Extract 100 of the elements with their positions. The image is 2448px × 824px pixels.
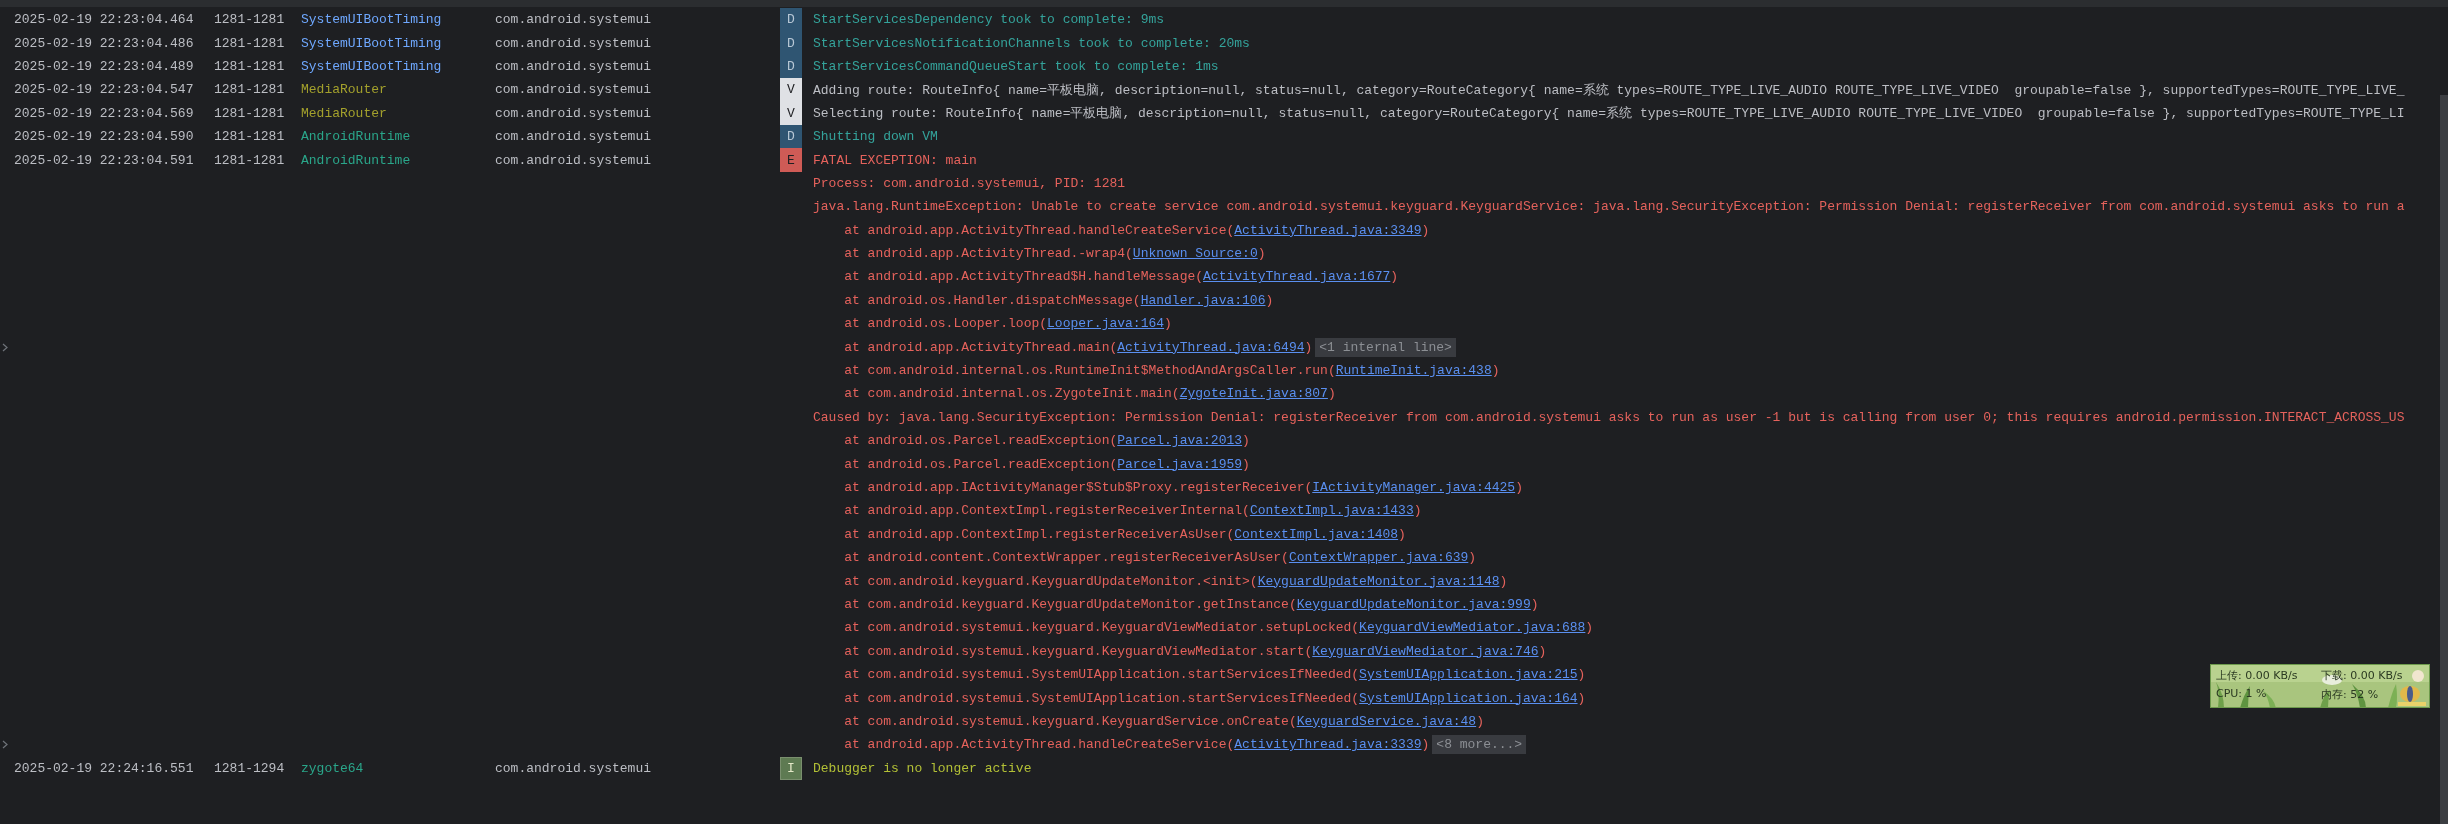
source-link[interactable]: KeyguardUpdateMonitor.java:999 bbox=[1296, 596, 1531, 612]
memory-usage: 内存: 52 % bbox=[2321, 687, 2380, 702]
log-level-badge: E bbox=[780, 148, 802, 172]
source-link[interactable]: KeyguardViewMediator.java:688 bbox=[1359, 620, 1586, 636]
package-name: com.android.systemui bbox=[495, 760, 653, 776]
source-link[interactable]: KeyguardViewMediator.java:746 bbox=[1312, 643, 1539, 659]
scrollbar[interactable] bbox=[2440, 95, 2448, 824]
log-level-badge: D bbox=[780, 124, 802, 149]
upload-speed: 上传: 0.00 KB/s bbox=[2216, 668, 2299, 683]
stack-frame: at android.app.ContextImpl.registerReceiverAsUser( bbox=[844, 526, 1235, 542]
stack-frame: at com.android.systemui.keyguard.KeyguardViewMediator.start( bbox=[844, 643, 1313, 659]
source-link[interactable]: ContextImpl.java:1433 bbox=[1249, 503, 1414, 519]
log-message: StartServicesCommandQueueStart took to complete: 1ms bbox=[813, 58, 1220, 74]
log-tag: MediaRouter bbox=[301, 82, 495, 98]
package-name: com.android.systemui bbox=[495, 152, 653, 168]
paren: ) bbox=[1413, 503, 1422, 519]
cpu-usage: CPU: 1 % bbox=[2216, 687, 2268, 702]
source-link[interactable]: RuntimeInit.java:438 bbox=[1335, 363, 1492, 379]
source-link[interactable]: SystemUIApplication.java:215 bbox=[1359, 667, 1578, 683]
chevron-right-icon[interactable] bbox=[2, 342, 8, 352]
source-link[interactable]: ZygoteInit.java:807 bbox=[1179, 386, 1328, 402]
package-name: com.android.systemui bbox=[495, 58, 653, 74]
stack-frame: at android.os.Looper.loop( bbox=[844, 316, 1048, 332]
stack-frame: at android.os.Parcel.readException( bbox=[844, 433, 1118, 449]
process-id: 1281-1281 bbox=[214, 129, 286, 145]
stack-frame: at com.android.internal.os.RuntimeInit$MethodAndArgsCaller.run( bbox=[844, 363, 1336, 379]
timestamp: 2025-02-19 22:23:04.591 bbox=[14, 152, 195, 168]
package-name: com.android.systemui bbox=[495, 82, 653, 98]
paren: ) bbox=[1265, 292, 1274, 308]
log-tag: MediaRouter bbox=[301, 105, 495, 121]
paren: ) bbox=[1421, 222, 1430, 238]
source-link[interactable]: ActivityThread.java:3339 bbox=[1234, 737, 1422, 753]
source-link[interactable]: ContextImpl.java:1408 bbox=[1234, 526, 1399, 542]
log-message: StartServicesDependency took to complete: 9ms bbox=[813, 12, 1166, 28]
log-level-badge: V bbox=[780, 101, 802, 125]
source-link[interactable]: ActivityThread.java:3349 bbox=[1234, 222, 1422, 238]
log-tag: SystemUIBootTiming bbox=[301, 12, 495, 28]
log-level-badge: I bbox=[780, 756, 802, 780]
chevron-right-icon[interactable] bbox=[2, 740, 8, 750]
source-link[interactable]: KeyguardUpdateMonitor.java:1148 bbox=[1257, 573, 1500, 589]
paren: ) bbox=[1538, 643, 1547, 659]
log-level-badge: D bbox=[780, 8, 802, 32]
process-id: 1281-1294 bbox=[214, 760, 286, 776]
source-link[interactable]: Handler.java:106 bbox=[1140, 292, 1266, 308]
paren: ) bbox=[1164, 316, 1172, 332]
log-level-badge: D bbox=[780, 31, 802, 55]
stack-frame: at android.app.ActivityThread.handleCreateService( bbox=[844, 222, 1235, 238]
paren: ) bbox=[1585, 620, 1594, 636]
stack-frame: at com.android.internal.os.ZygoteInit.main( bbox=[844, 386, 1180, 402]
stack-frame: at com.android.keyguard.KeyguardUpdateMonitor.getInstance( bbox=[844, 596, 1297, 612]
log-tag: AndroidRuntime bbox=[301, 129, 495, 145]
paren: ) bbox=[1421, 737, 1430, 753]
source-link[interactable]: ActivityThread.java:1677 bbox=[1203, 269, 1391, 285]
stack-frame: at android.os.Parcel.readException( bbox=[844, 456, 1118, 472]
source-link[interactable]: SystemUIApplication.java:164 bbox=[1359, 690, 1578, 706]
timestamp: 2025-02-19 22:23:04.547 bbox=[14, 82, 195, 98]
folded-lines-button[interactable]: <8 more...> bbox=[1432, 735, 1527, 755]
timestamp: 2025-02-19 22:23:04.590 bbox=[14, 129, 195, 145]
folded-lines-button[interactable]: <1 internal line> bbox=[1315, 337, 1456, 357]
stack-frame: at com.android.keyguard.KeyguardUpdateMonitor.<init>( bbox=[844, 573, 1258, 589]
source-link[interactable]: Parcel.java:2013 bbox=[1117, 433, 1243, 449]
paren: ) bbox=[1515, 480, 1523, 495]
source-link[interactable]: Parcel.java:1959 bbox=[1117, 456, 1243, 472]
package-name: com.android.systemui bbox=[495, 35, 653, 51]
paren: ) bbox=[1242, 433, 1250, 449]
timestamp: 2025-02-19 22:23:04.486 bbox=[14, 35, 195, 51]
timestamp: 2025-02-19 22:23:04.464 bbox=[14, 12, 195, 28]
paren: ) bbox=[1390, 269, 1399, 285]
log-message: FATAL EXCEPTION: main bbox=[813, 152, 978, 168]
source-link[interactable]: IActivityManager.java:4425 bbox=[1312, 480, 1516, 495]
process-id: 1281-1281 bbox=[214, 105, 286, 121]
process-id: 1281-1281 bbox=[214, 58, 286, 74]
stack-frame: at android.app.ActivityThread.main( bbox=[844, 339, 1118, 355]
stack-frame: at android.app.ActivityThread.handleCreateService( bbox=[844, 737, 1235, 753]
process-id: 1281-1281 bbox=[214, 12, 286, 28]
package-name: com.android.systemui bbox=[495, 12, 653, 28]
source-link[interactable]: Looper.java:164 bbox=[1047, 316, 1165, 332]
source-link[interactable]: ContextWrapper.java:639 bbox=[1288, 550, 1469, 566]
paren: ) bbox=[1476, 713, 1484, 729]
stack-frame: at com.android.systemui.SystemUIApplication.startServicesIfNeeded( bbox=[844, 667, 1360, 683]
paren: ) bbox=[1468, 550, 1477, 566]
log-level-badge: D bbox=[780, 54, 802, 79]
log-message: Shutting down VM bbox=[813, 129, 939, 145]
stack-trace-text: Caused by: java.lang.SecurityException: Permission Denial: registerReceiver from com.android.systemui asks to run as user -1 but is calling from user 0; this requires android.permission.INTERACT_ACROSS_US bbox=[813, 409, 2406, 425]
timestamp: 2025-02-19 22:23:04.489 bbox=[14, 58, 195, 74]
source-link[interactable]: KeyguardService.java:48 bbox=[1296, 713, 1477, 729]
source-link[interactable]: ActivityThread.java:6494 bbox=[1117, 339, 1305, 355]
log-message: Adding route: RouteInfo{ name=平板电脑, description=null, status=null, category=RouteCategory{ name=系统 types=ROUTE_TYPE_LIVE_AUDIO ROUTE_TYPE_LIVE_VIDEO groupable=false }, supportedTypes=ROUTE_TYPE_LIVE_ bbox=[813, 81, 2406, 99]
log-message: Selecting route: RouteInfo{ name=平板电脑, description=null, status=null, category=RouteCategory{ name=系统 types=ROUTE_TYPE_LIVE_AUDIO ROUTE_TYPE_LIVE_VIDEO groupable=false }, supportedTypes=ROUTE_TYPE_LI bbox=[813, 105, 2406, 123]
log-tag: SystemUIBootTiming bbox=[301, 58, 495, 74]
paren: ) bbox=[1530, 596, 1539, 612]
log-tag: zygote64 bbox=[301, 760, 495, 776]
stack-frame: at android.os.Handler.dispatchMessage( bbox=[844, 292, 1141, 308]
stack-frame: at com.android.systemui.keyguard.KeyguardViewMediator.setupLocked( bbox=[844, 620, 1360, 636]
source-link[interactable]: Unknown Source:0 bbox=[1132, 246, 1258, 262]
paren: ) bbox=[1577, 690, 1586, 706]
log-tag: SystemUIBootTiming bbox=[301, 35, 495, 51]
stack-frame: at android.app.ActivityThread.-wrap4( bbox=[844, 246, 1133, 262]
stack-trace-text: java.lang.RuntimeException: Unable to create service com.android.systemui.keyguard.KeyguardService: java.lang.SecurityException: Permission Denial: registerReceiver from com.android.systemui asks to run a bbox=[813, 199, 2406, 215]
paren: ) bbox=[1257, 246, 1266, 262]
